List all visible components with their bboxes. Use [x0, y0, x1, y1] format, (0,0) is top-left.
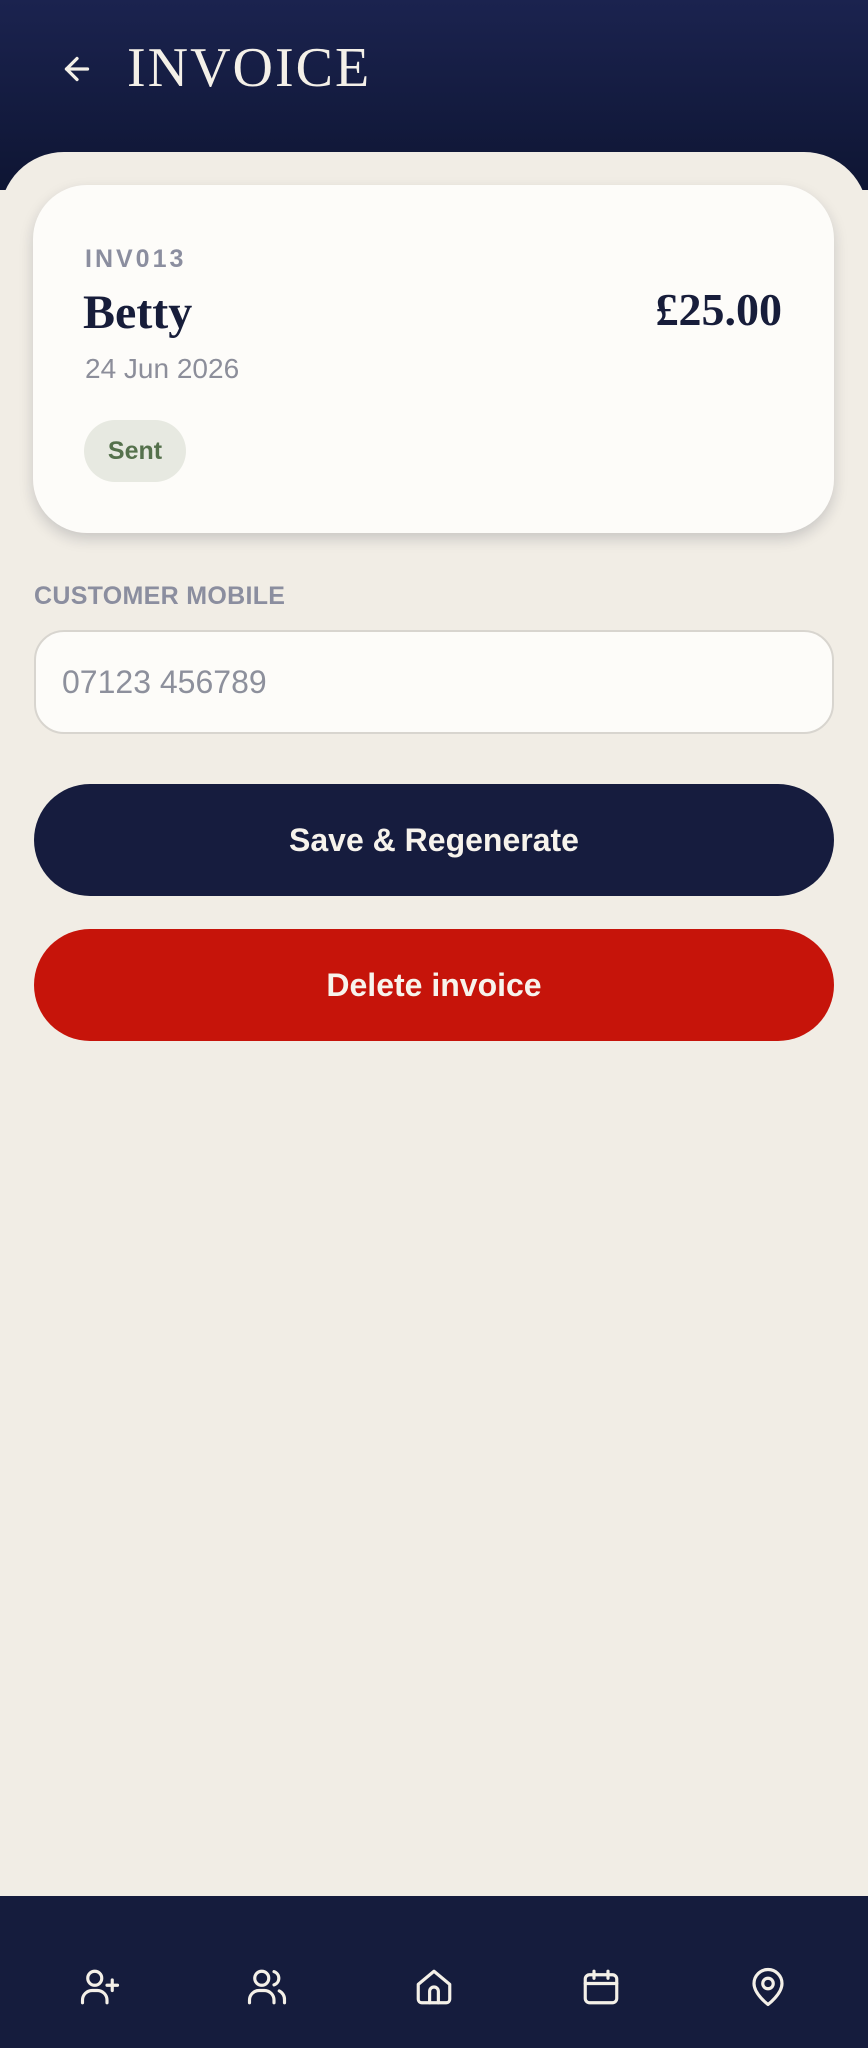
nav-home[interactable] [366, 1896, 502, 2048]
status-badge: Sent [84, 420, 186, 482]
arrow-left-icon [64, 56, 90, 82]
invoice-number: INV013 [85, 245, 187, 273]
nav-customers[interactable] [199, 1896, 335, 2048]
users-icon [247, 1969, 287, 2005]
invoice-screen: INVOICE INV013 Betty 24 Jun 2026 £25.00 … [0, 0, 868, 2048]
delete-invoice-button[interactable]: Delete invoice [34, 929, 834, 1041]
customer-mobile-label: CUSTOMER MOBILE [34, 582, 286, 610]
customer-name: Betty [83, 286, 193, 339]
page-title: INVOICE [127, 37, 372, 99]
map-pin-icon [752, 1968, 784, 2007]
save-regenerate-button[interactable]: Save & Regenerate [34, 784, 834, 896]
invoice-date: 24 Jun 2026 [85, 353, 240, 384]
add-user-icon [80, 1969, 120, 2005]
customer-mobile-input[interactable] [34, 630, 834, 734]
invoice-summary-card: INV013 Betty 24 Jun 2026 £25.00 Sent [33, 185, 834, 533]
back-button[interactable] [52, 44, 102, 94]
calendar-icon [583, 1969, 619, 2005]
nav-add-customer[interactable] [32, 1896, 168, 2048]
invoice-amount: £25.00 [655, 284, 783, 335]
nav-locations[interactable] [700, 1896, 836, 2048]
nav-calendar[interactable] [533, 1896, 669, 2048]
bottom-navigation [0, 1896, 868, 2048]
home-icon [416, 1969, 452, 2005]
